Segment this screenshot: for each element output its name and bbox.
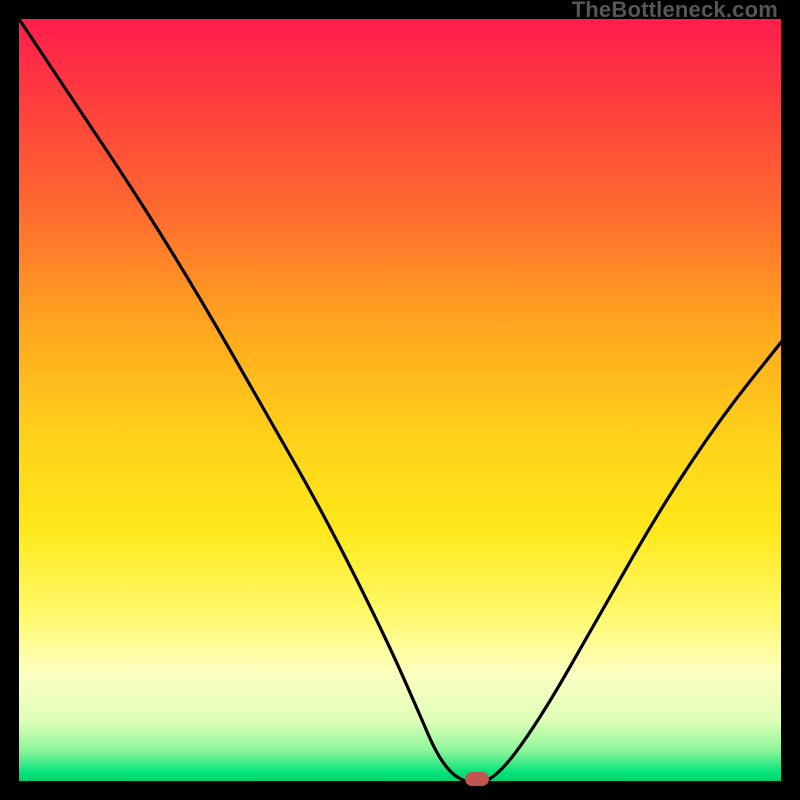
- optimum-marker: [465, 772, 489, 786]
- watermark-label: TheBottleneck.com: [572, 0, 778, 23]
- chart-wrapper: TheBottleneck.com: [0, 0, 800, 800]
- plot-area: [18, 18, 782, 782]
- bottleneck-curve: [19, 19, 783, 783]
